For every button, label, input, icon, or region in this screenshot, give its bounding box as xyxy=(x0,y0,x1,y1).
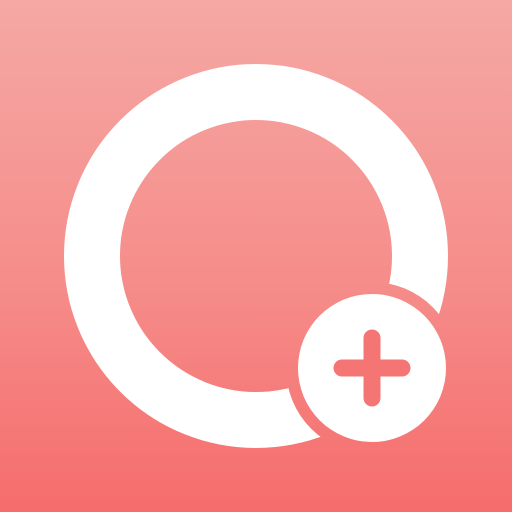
app-icon xyxy=(0,0,512,512)
app-icon-artwork xyxy=(0,0,512,512)
plus-badge-icon xyxy=(298,294,446,442)
